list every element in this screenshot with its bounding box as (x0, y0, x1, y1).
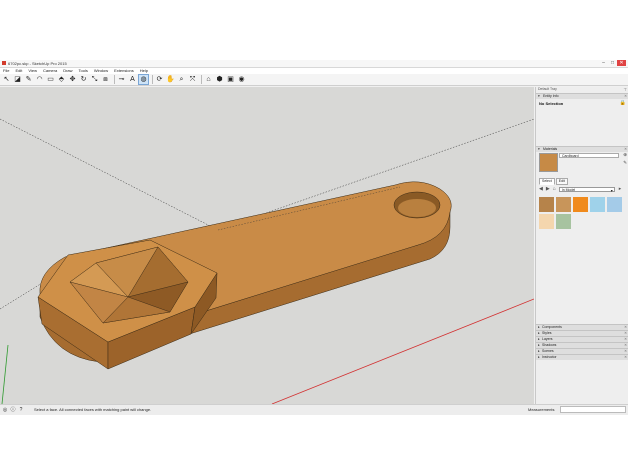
help-icon[interactable]: ? (18, 407, 24, 413)
line-pencil-icon[interactable]: ✎ (24, 75, 33, 84)
tab-select[interactable]: Select (539, 178, 555, 185)
paint-bucket-icon[interactable]: ◍ (138, 74, 149, 85)
forward-icon[interactable]: ▶ (546, 186, 550, 192)
panel-label: Shadows (542, 343, 557, 347)
modeling-viewport[interactable] (0, 87, 534, 404)
model-canvas[interactable] (0, 87, 534, 404)
entity-info-value: No Selection (539, 101, 564, 106)
materials-label: Materials (542, 147, 558, 151)
materials-tabs: Select Edit (539, 178, 569, 185)
orbit-icon[interactable]: ⟳ (155, 75, 164, 84)
tray-title: Default Tray (538, 87, 557, 91)
close-button[interactable]: ✕ (617, 60, 626, 66)
send-to-layout-icon[interactable]: ▣ (226, 75, 235, 84)
create-material-icon[interactable]: ⊕ (623, 152, 627, 158)
material-swatch[interactable] (573, 197, 588, 212)
lock-icon[interactable]: 🔒 (620, 100, 626, 106)
scale-icon[interactable]: ⤡ (90, 75, 99, 84)
credits-icon[interactable]: ⓘ (10, 407, 16, 413)
window-title: 6702pc.skp - SketchUp Pro 2015 (8, 61, 67, 66)
green-axis (1, 344, 9, 404)
panel-label: Instructor (542, 355, 557, 359)
panel-label: Layers (542, 337, 553, 341)
material-collection-dropdown[interactable]: In Model ▾ (558, 186, 615, 193)
material-swatch[interactable] (539, 197, 554, 212)
current-material-swatch[interactable] (539, 153, 558, 172)
default-tray: Default Tray ⊤ ▾ Entity Info ✕ No Select… (535, 87, 628, 404)
tape-measure-icon[interactable]: ⊸ (117, 75, 126, 84)
rotate-icon[interactable]: ↻ (79, 75, 88, 84)
material-swatch-grid (539, 197, 622, 229)
collapse-icon: ▾ (538, 147, 540, 151)
geo-location-icon[interactable]: ◎ (2, 407, 8, 413)
materials-header[interactable]: ▾ Materials ✕ (536, 146, 628, 152)
select-arrow-icon[interactable]: ↖ (2, 75, 11, 84)
sketchup-app-icon (2, 61, 6, 65)
pin-icon[interactable]: ⊤ (624, 87, 627, 92)
arc-icon[interactable]: ◠ (35, 75, 44, 84)
close-panel-icon[interactable]: ✕ (624, 94, 627, 99)
entity-info-header[interactable]: ▾ Entity Info ✕ (536, 93, 628, 99)
arm-hole-inner (398, 199, 436, 217)
sketchup-window: 6702pc.skp - SketchUp Pro 2015 – □ ✕ Fil… (0, 60, 628, 415)
collection-value: In Model (561, 187, 576, 192)
push-pull-icon[interactable]: ⬘ (57, 75, 66, 84)
material-swatch[interactable] (556, 197, 571, 212)
toolbar-separator (114, 75, 115, 84)
material-swatch[interactable] (607, 197, 622, 212)
materials-controls: ◀ ▶ ⌂ In Model ▾ ▸ (539, 186, 624, 193)
home-icon[interactable]: ⌂ (553, 186, 556, 192)
large-tool-set: ↖ ◪ ✎ ◠ ▭ ⬘ ✥ ↻ ⤡ ⧈ ⊸ A ◍ ⟳ ✋ ⌕ ⤧ ⌂ ⬢ ▣ ◉ (0, 74, 628, 86)
toolbar-separator (201, 75, 202, 84)
red-axis-dotted (0, 118, 219, 231)
details-icon[interactable]: ▸ (619, 186, 622, 192)
status-message: Select a face. All connected faces with … (34, 407, 152, 412)
toolbar-separator (152, 75, 153, 84)
rectangle-icon[interactable]: ▭ (46, 75, 55, 84)
warehouse-icon[interactable]: ⌂ (204, 75, 213, 84)
offset-icon[interactable]: ⧈ (101, 75, 110, 84)
collapse-icon: ▾ (538, 94, 540, 98)
zoom-icon[interactable]: ⌕ (177, 75, 186, 84)
back-icon[interactable]: ◀ (539, 186, 543, 192)
extension-manager-icon[interactable]: ◉ (237, 75, 246, 84)
material-swatch[interactable] (539, 214, 554, 229)
window-controls: – □ ✕ (599, 60, 626, 66)
status-icons: ◎ ⓘ ? (2, 407, 26, 413)
extension-warehouse-icon[interactable]: ⬢ (215, 75, 224, 84)
maximize-button[interactable]: □ (608, 60, 617, 66)
sample-paint-icon[interactable]: ✎ (623, 160, 627, 166)
close-panel-icon[interactable]: ✕ (624, 355, 627, 360)
pan-icon[interactable]: ✋ (166, 75, 175, 84)
panel-label: Styles (542, 331, 552, 335)
tab-edit[interactable]: Edit (555, 178, 568, 185)
move-icon[interactable]: ✥ (68, 75, 77, 84)
zoom-extents-icon[interactable]: ⤧ (188, 75, 197, 84)
material-swatch[interactable] (590, 197, 605, 212)
material-swatch[interactable] (556, 214, 571, 229)
chevron-down-icon: ▾ (610, 187, 613, 193)
panel-label: Scenes (542, 349, 554, 353)
minimize-button[interactable]: – (599, 60, 608, 66)
panel-header-instructor[interactable]: ▸ Instructor ✕ (536, 354, 628, 360)
title-bar: 6702pc.skp - SketchUp Pro 2015 – □ ✕ (0, 60, 628, 68)
panel-label: Components (542, 325, 562, 329)
red-axis (271, 298, 534, 404)
measurements-input[interactable] (560, 406, 626, 413)
measurements-label: Measurements (528, 407, 555, 412)
eraser-icon[interactable]: ◪ (13, 75, 22, 84)
entity-info-label: Entity Info (542, 94, 559, 98)
status-bar: ◎ ⓘ ? Select a face. All connected faces… (0, 404, 628, 415)
text-icon[interactable]: A (128, 75, 137, 84)
material-name-field[interactable]: Cardboard (559, 153, 619, 158)
